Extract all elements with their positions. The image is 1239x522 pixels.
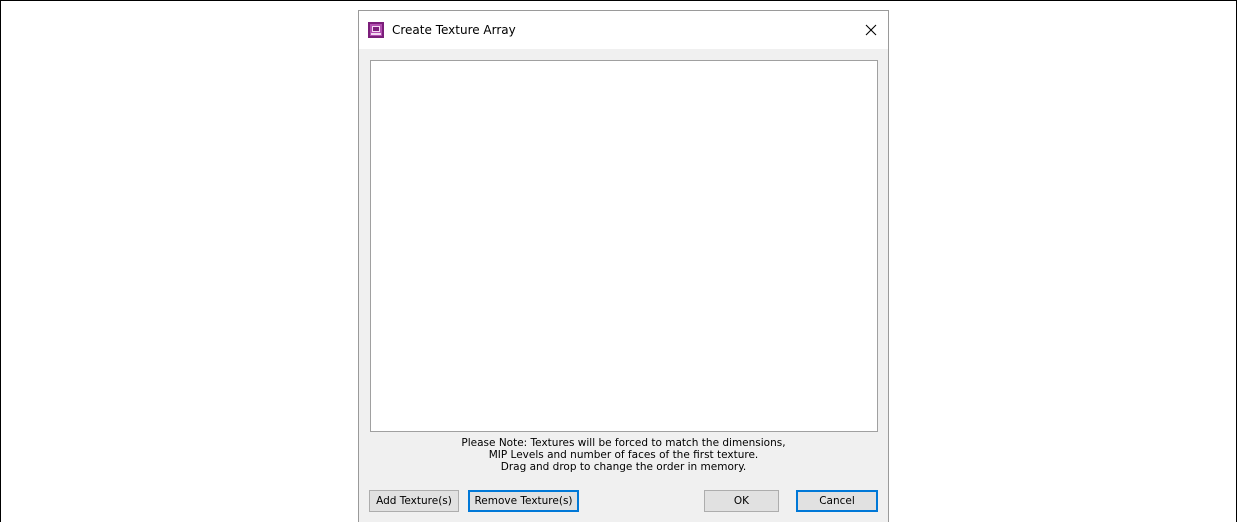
create-texture-array-dialog: Create Texture Array Please Note: Textur… [358,10,889,522]
add-textures-button[interactable]: Add Texture(s) [369,490,459,512]
title-bar[interactable]: Create Texture Array [359,11,888,49]
texture-list[interactable] [370,60,878,432]
dialog-title: Create Texture Array [392,23,516,37]
close-icon [865,21,877,40]
note-line-1: Please Note: Textures will be forced to … [461,437,786,449]
remove-textures-button[interactable]: Remove Texture(s) [468,490,579,512]
note-line-3: Drag and drop to change the order in mem… [500,461,747,473]
cancel-button[interactable]: Cancel [796,490,878,512]
note-text: Please Note: Textures will be forced to … [359,437,888,473]
note-line-2: MIP Levels and number of faces of the fi… [488,449,759,461]
texture-app-icon [368,22,384,38]
close-button[interactable] [854,11,888,49]
ok-button[interactable]: OK [704,490,779,512]
